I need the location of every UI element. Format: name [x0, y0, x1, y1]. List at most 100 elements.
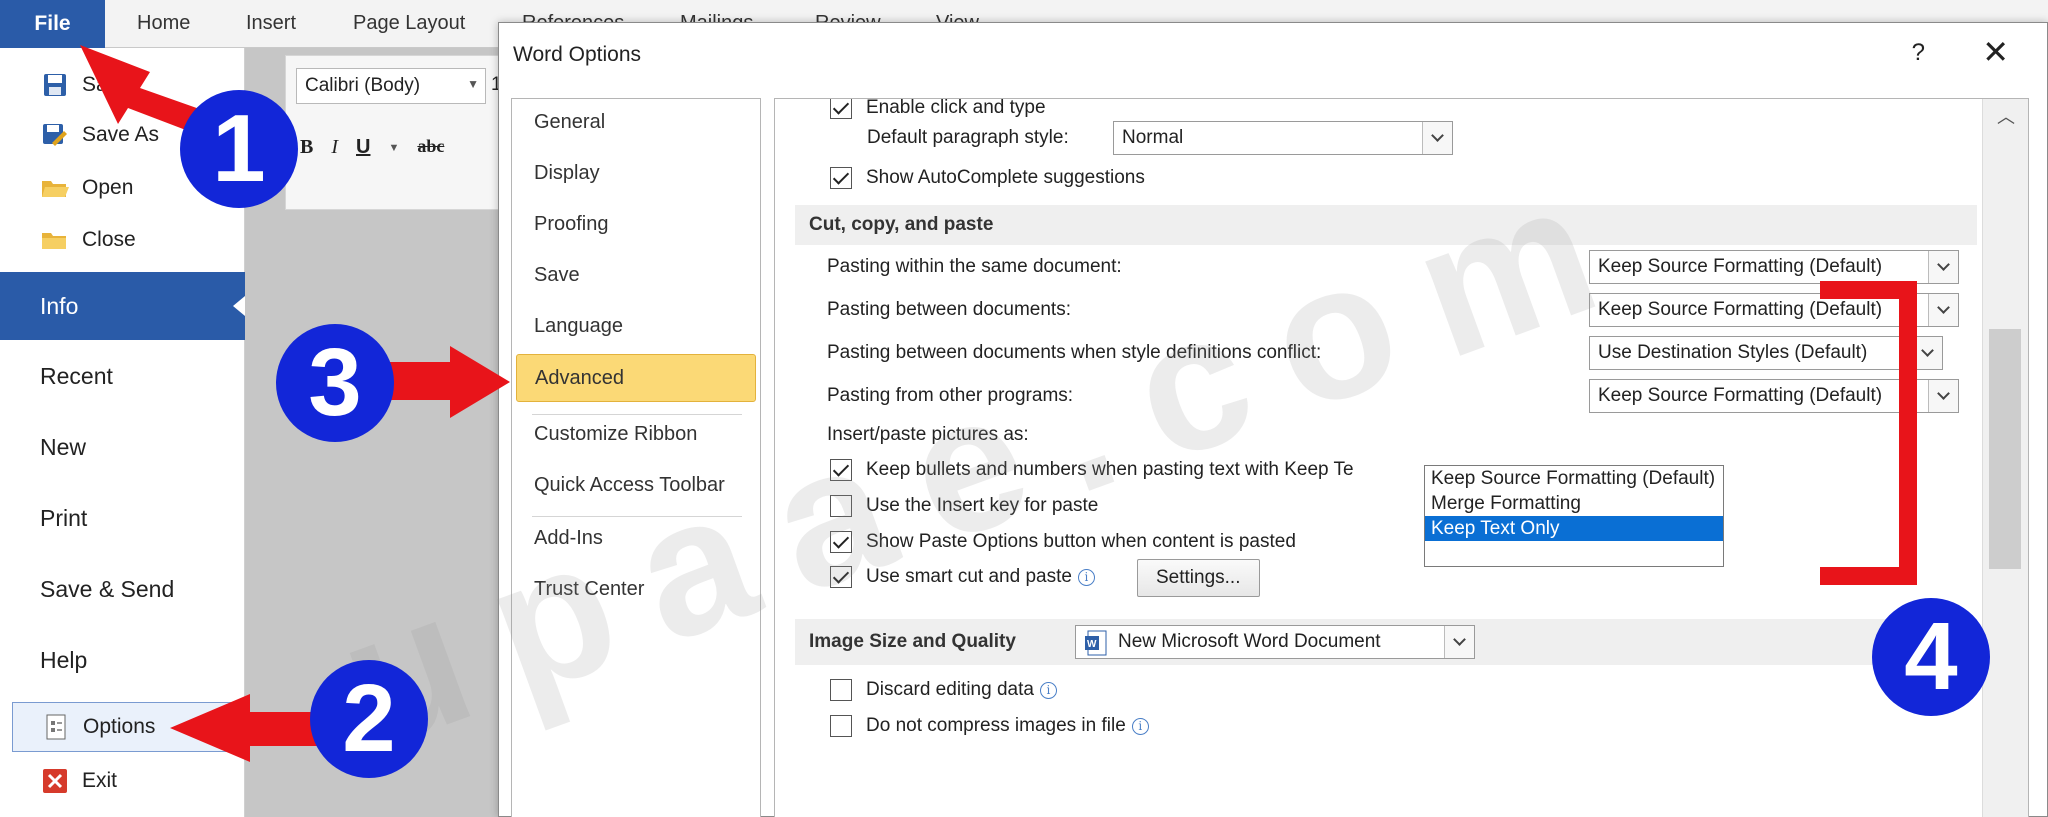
nav-language[interactable]: Language — [534, 315, 623, 338]
nav-add-ins[interactable]: Add-Ins — [534, 527, 603, 550]
paste-style-conflict-value: Use Destination Styles (Default) — [1598, 342, 1868, 363]
nav-quick-access-toolbar[interactable]: Quick Access Toolbar — [534, 474, 725, 497]
insert-pictures-label: Insert/paste pictures as: — [827, 424, 1029, 445]
default-style-value: Normal — [1122, 127, 1184, 148]
underline-dropdown-icon[interactable]: ▼ — [388, 142, 399, 159]
discard-editing-checkbox[interactable] — [830, 679, 852, 701]
paste-between-docs-value: Keep Source Formatting (Default) — [1598, 299, 1883, 320]
info-icon[interactable]: i — [1131, 717, 1149, 735]
options-nav: General Display Proofing Save Language A… — [511, 98, 761, 817]
tab-insert[interactable]: Insert — [246, 12, 296, 35]
autocomplete-checkbox[interactable] — [830, 167, 852, 189]
close-command-label: Close — [82, 228, 136, 251]
info-icon[interactable]: i — [1039, 681, 1057, 699]
font-name-value: Calibri (Body) — [305, 75, 421, 96]
keep-bullets-label: Keep bullets and numbers when pasting te… — [866, 459, 1354, 480]
options-command[interactable]: Options — [12, 702, 237, 752]
autocomplete-label: Show AutoComplete suggestions — [866, 167, 1145, 188]
settings-button[interactable]: Settings... — [1137, 559, 1260, 597]
backstage-tab-help[interactable]: Help — [0, 626, 245, 694]
tab-page-layout[interactable]: Page Layout — [353, 12, 465, 35]
no-compress-label: Do not compress images in file — [866, 715, 1126, 736]
save-as-icon — [40, 121, 70, 149]
dialog-title: Word Options — [513, 43, 641, 66]
close-button[interactable]: ✕ — [1982, 33, 2009, 71]
scrollbar-thumb[interactable] — [1989, 329, 2021, 569]
paste-other-programs-value: Keep Source Formatting (Default) — [1598, 385, 1883, 406]
close-command[interactable]: Close — [0, 215, 245, 265]
smart-cut-option[interactable]: Use smart cut and paste i — [830, 566, 1095, 588]
chevron-down-icon: ▼ — [467, 77, 479, 91]
keep-bullets-checkbox[interactable] — [830, 459, 852, 481]
cut-copy-paste-header: Cut, copy, and paste — [795, 205, 1977, 245]
keep-bullets-option[interactable]: Keep bullets and numbers when pasting te… — [830, 459, 1354, 481]
save-as-command[interactable]: Save As — [0, 110, 245, 160]
exit-command-label: Exit — [82, 769, 118, 792]
chevron-down-icon — [1928, 251, 1958, 283]
discard-editing-option[interactable]: Discard editing data i — [830, 679, 1057, 701]
save-command-label: Save — [82, 73, 130, 96]
font-toolbar: Calibri (Body) ▼ 1 B I U ▼ abc — [285, 55, 505, 210]
enable-click-type-option[interactable]: Enable click and type — [830, 99, 1046, 119]
open-command[interactable]: Open — [0, 163, 245, 213]
dropdown-option[interactable]: Merge Formatting — [1425, 491, 1723, 516]
tab-home[interactable]: Home — [137, 12, 190, 35]
enable-click-type-checkbox[interactable] — [830, 99, 852, 119]
insert-key-option[interactable]: Use the Insert key for paste — [830, 495, 1098, 517]
insert-key-checkbox[interactable] — [830, 495, 852, 517]
smart-cut-checkbox[interactable] — [830, 566, 852, 588]
italic-button[interactable]: I — [331, 136, 338, 159]
nav-advanced[interactable]: Advanced — [516, 354, 756, 402]
bold-button[interactable]: B — [300, 136, 313, 159]
no-compress-checkbox[interactable] — [830, 715, 852, 737]
autocomplete-option[interactable]: Show AutoComplete suggestions — [830, 167, 1145, 189]
no-compress-option[interactable]: Do not compress images in file i — [830, 715, 1149, 737]
nav-trust-center[interactable]: Trust Center — [534, 578, 644, 601]
paste-options-dropdown: Keep Source Formatting (Default) Merge F… — [1424, 465, 1724, 567]
chevron-down-icon — [1422, 122, 1452, 154]
backstage-tab-info[interactable]: Info — [0, 272, 245, 340]
nav-save[interactable]: Save — [534, 264, 580, 287]
insert-key-label: Use the Insert key for paste — [866, 495, 1099, 516]
backstage-tab-save-send[interactable]: Save & Send — [0, 555, 245, 623]
save-command[interactable]: Save — [0, 60, 245, 110]
nav-separator — [532, 516, 742, 517]
backstage-tab-new[interactable]: New — [0, 413, 245, 481]
nav-separator — [532, 414, 742, 415]
close-folder-icon — [40, 226, 70, 254]
font-name-combo[interactable]: Calibri (Body) ▼ — [296, 68, 486, 104]
default-style-combo[interactable]: Normal — [1113, 121, 1453, 155]
chevron-down-icon — [1928, 294, 1958, 326]
file-tab[interactable]: File — [0, 0, 105, 48]
paste-options-checkbox[interactable] — [830, 531, 852, 553]
backstage-tab-print[interactable]: Print — [0, 484, 245, 552]
backstage-tab-recent[interactable]: Recent — [0, 342, 245, 410]
info-icon[interactable]: i — [1077, 568, 1095, 586]
dropdown-option-selected[interactable]: Keep Text Only — [1425, 516, 1723, 541]
strikethrough-button[interactable]: abc — [417, 136, 444, 159]
nav-display[interactable]: Display — [534, 162, 600, 185]
paste-same-doc-label: Pasting within the same document: — [827, 256, 1122, 277]
paste-same-doc-combo[interactable]: Keep Source Formatting (Default) — [1589, 250, 1959, 284]
paste-between-docs-label: Pasting between documents: — [827, 299, 1071, 320]
scroll-up-icon[interactable]: ︿ — [1997, 103, 2015, 129]
vertical-scrollbar[interactable]: ︿ — [1982, 99, 2028, 817]
paste-same-doc-value: Keep Source Formatting (Default) — [1598, 256, 1883, 277]
paste-style-conflict-combo[interactable]: Use Destination Styles (Default) — [1589, 336, 1943, 370]
nav-customize-ribbon[interactable]: Customize Ribbon — [534, 423, 697, 446]
help-button[interactable]: ? — [1912, 39, 1925, 67]
paste-options-option[interactable]: Show Paste Options button when content i… — [830, 531, 1296, 553]
paste-between-docs-combo[interactable]: Keep Source Formatting (Default) — [1589, 293, 1959, 327]
nav-general[interactable]: General — [534, 111, 605, 134]
exit-icon — [40, 767, 70, 795]
exit-command[interactable]: Exit — [0, 756, 245, 806]
paste-other-programs-combo[interactable]: Keep Source Formatting (Default) — [1589, 379, 1959, 413]
chevron-down-icon — [1928, 380, 1958, 412]
smart-cut-label: Use smart cut and paste — [866, 566, 1072, 587]
discard-editing-label: Discard editing data — [866, 679, 1034, 700]
dropdown-option[interactable]: Keep Source Formatting (Default) — [1425, 466, 1723, 491]
underline-button[interactable]: U — [356, 136, 370, 159]
image-document-combo[interactable]: W New Microsoft Word Document — [1075, 625, 1475, 659]
paste-style-conflict-label: Pasting between documents when style def… — [827, 342, 1322, 363]
nav-proofing[interactable]: Proofing — [534, 213, 609, 236]
